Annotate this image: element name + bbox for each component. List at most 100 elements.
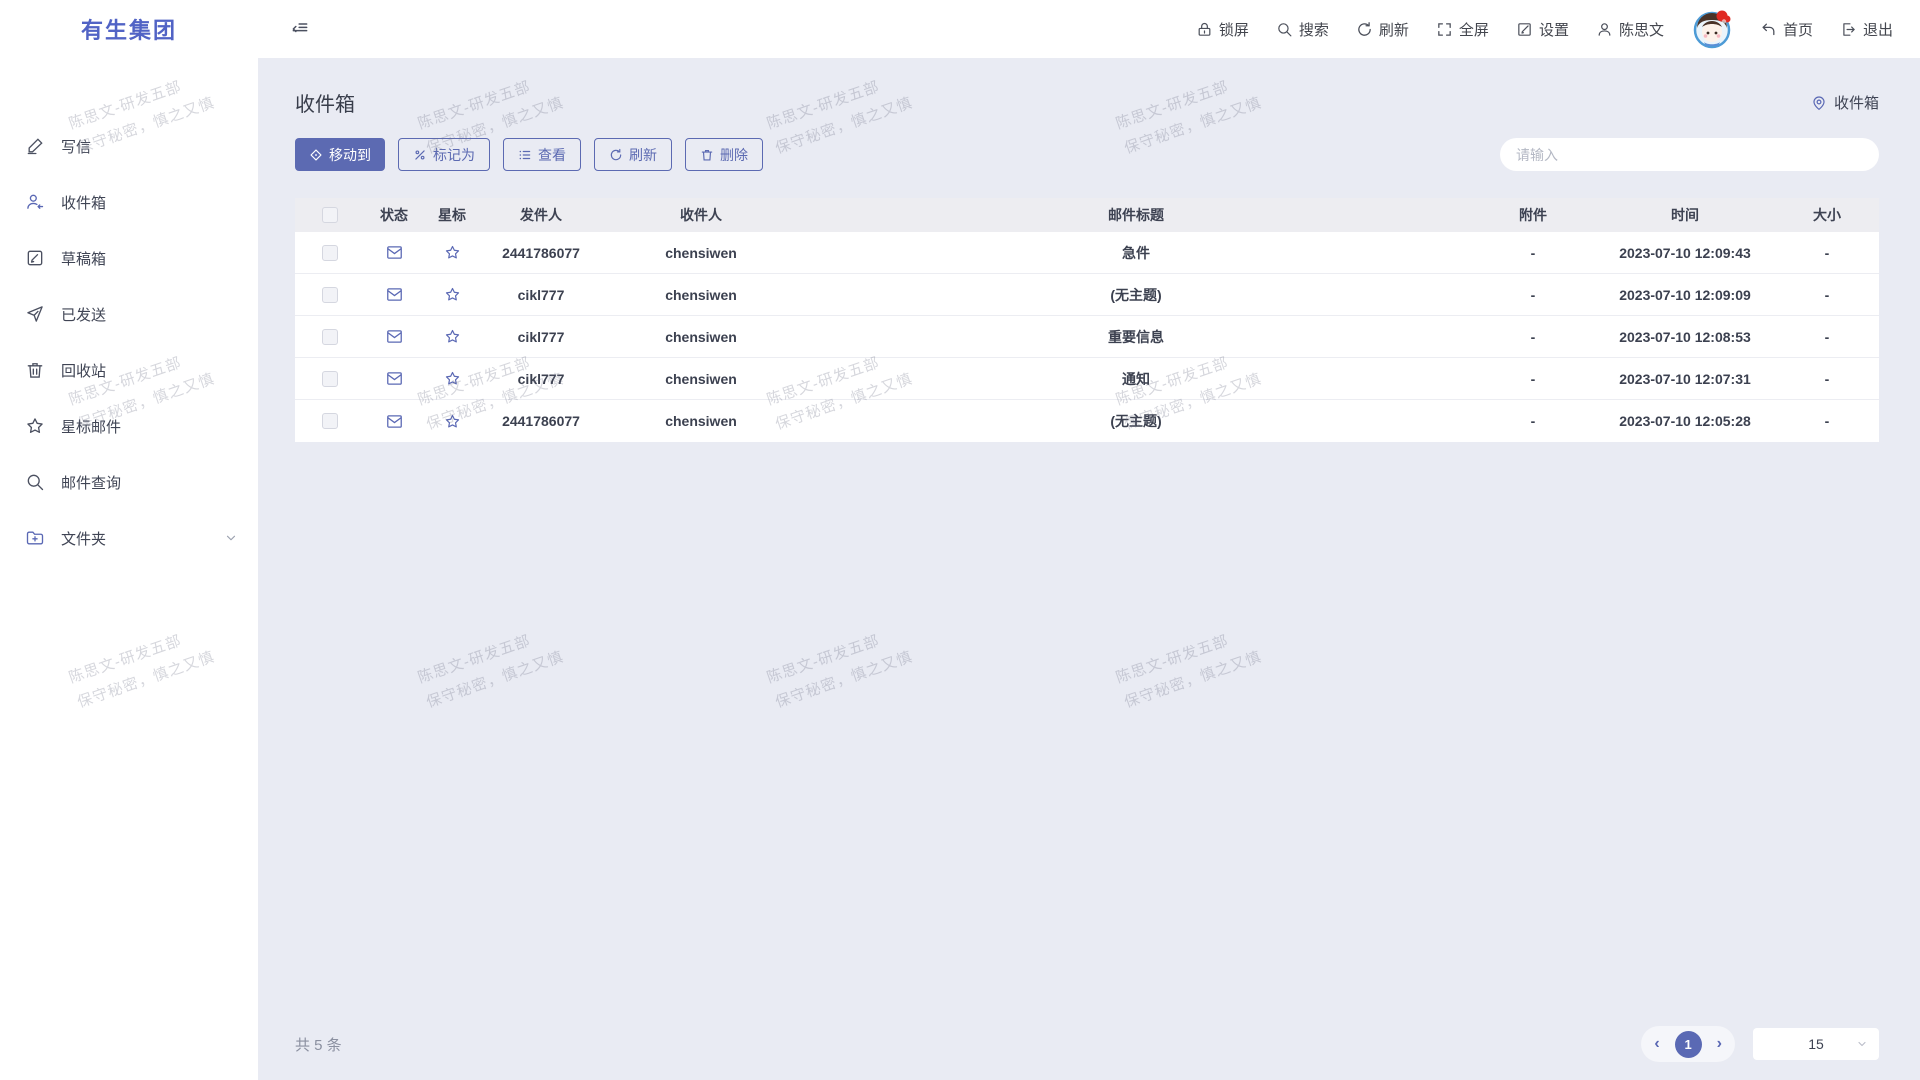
refresh-list-button[interactable]: 刷新	[594, 138, 672, 171]
move-to-label: 移动到	[329, 145, 371, 165]
mark-as-button[interactable]: 标记为	[398, 138, 490, 171]
search-input[interactable]	[1500, 138, 1879, 171]
page-title: 收件箱	[295, 88, 355, 117]
sidebar-item-trash[interactable]: 回收站	[0, 342, 258, 398]
sidebar-item-sent[interactable]: 已发送	[0, 286, 258, 342]
page-size-select[interactable]: 15	[1753, 1028, 1879, 1060]
footer: 共 5 条 ‹ 1 › 15	[258, 1008, 1920, 1080]
star-toggle-icon[interactable]	[444, 244, 461, 261]
toolbar: 移动到 标记为 查看 刷新 删除	[295, 138, 1879, 171]
sidebar-item-compose[interactable]: 写信	[0, 118, 258, 174]
sidebar-item-label: 邮件查询	[61, 472, 121, 493]
sidebar-item-label: 文件夹	[61, 528, 106, 549]
search-button[interactable]: 搜索	[1276, 19, 1329, 40]
sidebar-item-drafts[interactable]: 草稿箱	[0, 230, 258, 286]
sidebar-item-inbox[interactable]: 收件箱	[0, 174, 258, 230]
unread-envelope-icon	[386, 287, 403, 302]
table-row[interactable]: cikl777 chensiwen 重要信息 - 2023-07-10 12:0…	[295, 316, 1879, 358]
column-header-recipient: 收件人	[601, 205, 801, 225]
mail-time: 2023-07-10 12:09:09	[1595, 287, 1775, 303]
paper-plane-icon	[25, 304, 45, 324]
person-arrow-icon	[25, 192, 45, 212]
page-number-button[interactable]: 1	[1675, 1031, 1702, 1058]
pencil-icon	[25, 136, 45, 156]
table-row[interactable]: 2441786077 chensiwen (无主题) - 2023-07-10 …	[295, 400, 1879, 442]
settings-button[interactable]: 设置	[1516, 19, 1569, 40]
row-checkbox[interactable]	[322, 329, 338, 345]
column-header-subject: 邮件标题	[801, 205, 1471, 225]
search-icon	[25, 472, 45, 492]
topbar-actions: 锁屏 搜索 刷新 全屏 设置	[1196, 8, 1893, 50]
prev-page-button[interactable]: ‹	[1654, 1036, 1659, 1052]
star-toggle-icon[interactable]	[444, 413, 461, 430]
total-count: 共 5 条	[295, 1034, 342, 1055]
fullscreen-button[interactable]: 全屏	[1436, 19, 1489, 40]
mail-time: 2023-07-10 12:07:31	[1595, 371, 1775, 387]
mail-recipient: chensiwen	[601, 329, 801, 345]
table-row[interactable]: 2441786077 chensiwen 急件 - 2023-07-10 12:…	[295, 232, 1879, 274]
home-label: 首页	[1783, 19, 1813, 40]
menu-fold-icon[interactable]	[290, 19, 310, 39]
mail-subject[interactable]: 通知	[801, 369, 1471, 389]
mail-recipient: chensiwen	[601, 371, 801, 387]
mail-time: 2023-07-10 12:05:28	[1595, 413, 1775, 429]
sidebar-item-label: 星标邮件	[61, 416, 121, 437]
logout-icon	[1840, 21, 1857, 38]
star-toggle-icon[interactable]	[444, 370, 461, 387]
view-button[interactable]: 查看	[503, 138, 581, 171]
row-checkbox[interactable]	[322, 287, 338, 303]
row-checkbox[interactable]	[322, 413, 338, 429]
refresh-button[interactable]: 刷新	[1356, 19, 1409, 40]
column-header-status: 状态	[365, 205, 423, 225]
refresh-icon	[609, 148, 623, 162]
user-menu[interactable]: 陈思文	[1596, 19, 1664, 40]
mark-tag-icon	[413, 148, 427, 162]
trash-icon	[25, 360, 45, 380]
mail-sender: 2441786077	[481, 413, 601, 429]
folder-add-icon	[25, 528, 45, 548]
delete-label: 删除	[720, 145, 748, 165]
unread-envelope-icon	[386, 371, 403, 386]
back-arrow-icon	[1760, 21, 1777, 38]
sidebar-item-folders[interactable]: 文件夹	[0, 510, 258, 566]
app-logo: 有生集团	[0, 0, 258, 58]
table-row[interactable]: cikl777 chensiwen (无主题) - 2023-07-10 12:…	[295, 274, 1879, 316]
mail-time: 2023-07-10 12:09:43	[1595, 245, 1775, 261]
sidebar-item-starred[interactable]: 星标邮件	[0, 398, 258, 454]
select-all-checkbox[interactable]	[322, 207, 338, 223]
home-button[interactable]: 首页	[1760, 19, 1813, 40]
mail-subject[interactable]: 急件	[801, 243, 1471, 263]
mail-attachment: -	[1471, 371, 1595, 387]
sidebar-item-label: 写信	[61, 136, 91, 157]
next-page-button[interactable]: ›	[1717, 1036, 1722, 1052]
row-checkbox[interactable]	[322, 245, 338, 261]
mail-sender: 2441786077	[481, 245, 601, 261]
pagination: ‹ 1 › 15	[1641, 1026, 1879, 1062]
star-toggle-icon[interactable]	[444, 286, 461, 303]
mail-sender: cikl777	[481, 329, 601, 345]
person-icon	[1596, 21, 1613, 38]
mail-size: -	[1775, 413, 1879, 429]
row-checkbox[interactable]	[322, 371, 338, 387]
delete-button[interactable]: 删除	[685, 138, 763, 171]
sidebar-item-label: 草稿箱	[61, 248, 106, 269]
mark-as-label: 标记为	[433, 145, 475, 165]
mail-size: -	[1775, 371, 1879, 387]
sidebar: 有生集团 写信 收件箱 草稿箱 已发送	[0, 0, 258, 1080]
mail-subject[interactable]: (无主题)	[801, 411, 1471, 431]
table-row[interactable]: cikl777 chensiwen 通知 - 2023-07-10 12:07:…	[295, 358, 1879, 400]
sidebar-item-mail-search[interactable]: 邮件查询	[0, 454, 258, 510]
mail-subject[interactable]: (无主题)	[801, 285, 1471, 305]
refresh-label: 刷新	[1379, 19, 1409, 40]
column-header-size: 大小	[1775, 205, 1879, 225]
mail-attachment: -	[1471, 245, 1595, 261]
mail-subject[interactable]: 重要信息	[801, 327, 1471, 347]
move-to-button[interactable]: 移动到	[295, 138, 385, 171]
mail-table: 状态 星标 发件人 收件人 邮件标题 附件 时间 大小 2441786077 c…	[295, 198, 1879, 442]
lock-screen-button[interactable]: 锁屏	[1196, 19, 1249, 40]
sidebar-item-label: 回收站	[61, 360, 106, 381]
star-toggle-icon[interactable]	[444, 328, 461, 345]
pager: ‹ 1 ›	[1641, 1026, 1735, 1062]
logout-button[interactable]: 退出	[1840, 19, 1893, 40]
user-avatar[interactable]	[1691, 8, 1733, 50]
